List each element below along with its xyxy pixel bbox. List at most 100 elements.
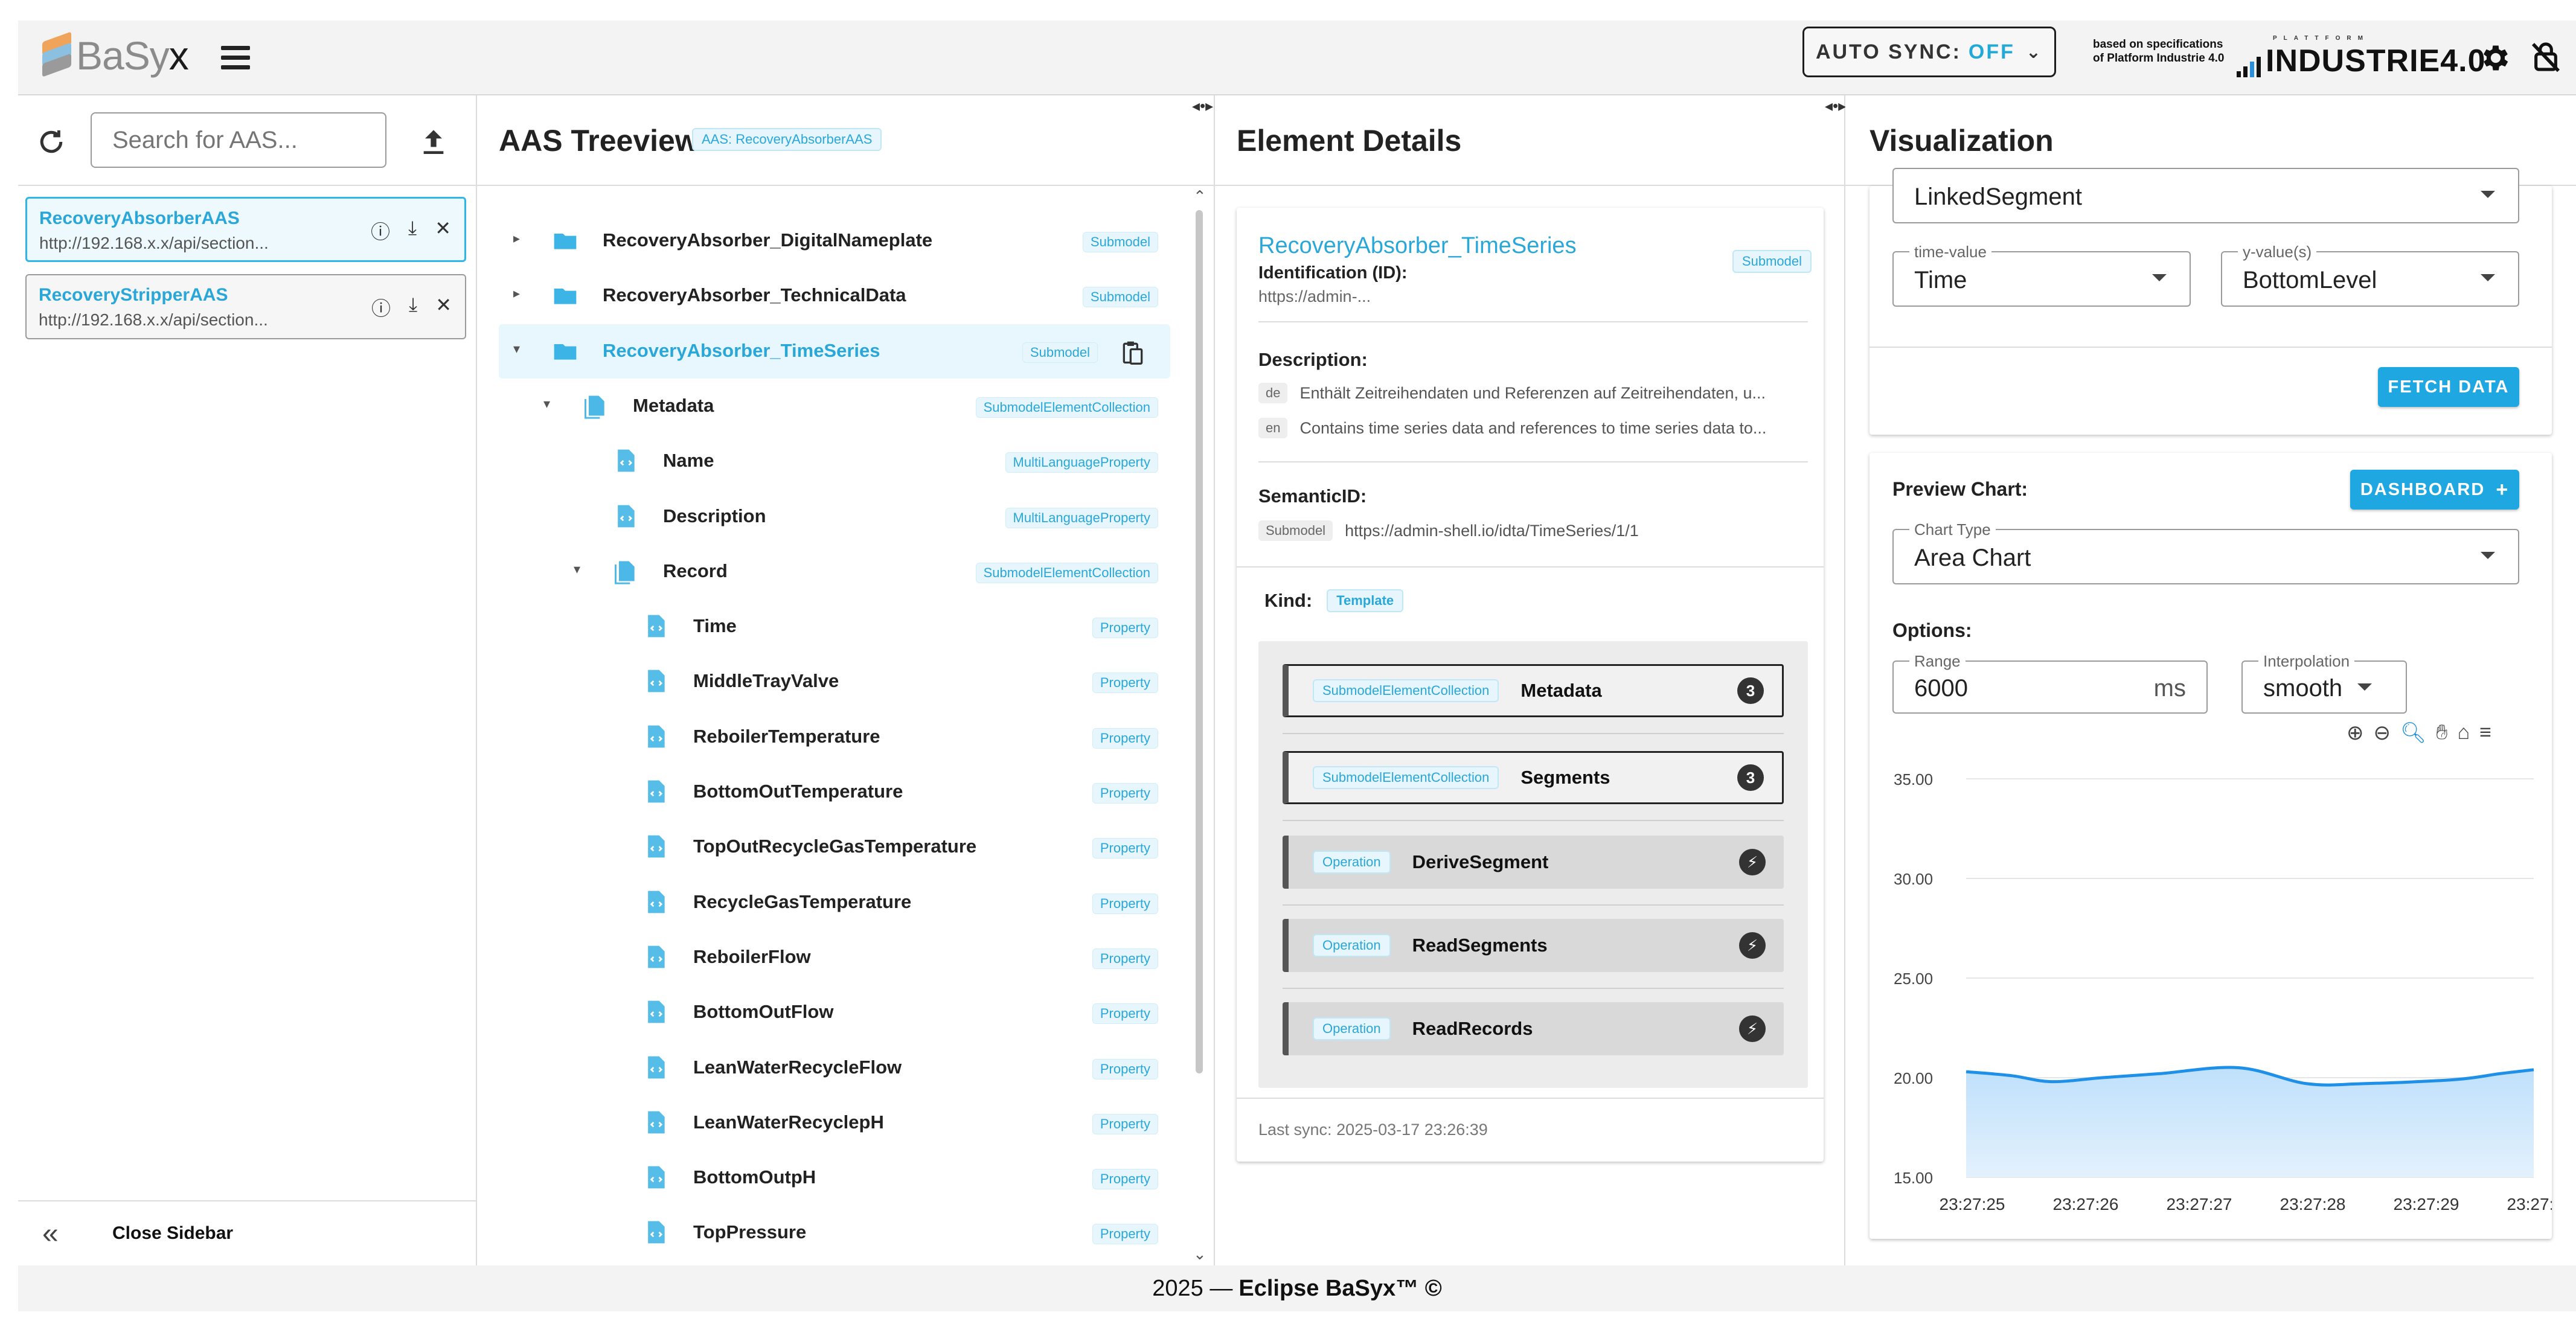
dropdown-arrow-icon <box>2152 274 2167 281</box>
reset-zoom-home-icon[interactable]: ⌂ <box>2458 721 2470 745</box>
child-element[interactable]: SubmodelElementCollection Metadata 3 <box>1283 664 1784 717</box>
tree-row[interactable]: BottomOutFlow Property <box>499 985 1170 1040</box>
tree-label: ReboilerFlow <box>693 945 811 967</box>
pan-hand-icon[interactable]: ✋︎ <box>2436 721 2447 745</box>
tree-scrollbar[interactable] <box>1196 210 1203 1073</box>
tree-row[interactable]: BottomOutpH Property <box>499 1151 1170 1205</box>
type-chip: SubmodelElementCollection <box>1313 766 1499 789</box>
basyx-logo-icon <box>42 31 72 77</box>
tree-row[interactable]: Description MultiLanguageProperty <box>499 490 1170 544</box>
type-chip: Operation <box>1313 934 1391 957</box>
dashboard-button[interactable]: DASHBOARD + <box>2350 470 2519 510</box>
type-chip: Property <box>1092 948 1158 969</box>
y-value-select[interactable]: y-value(s) BottomLevel <box>2221 243 2519 307</box>
type-chip: Property <box>1092 673 1158 694</box>
clipboard-copy-icon[interactable] <box>1120 337 1146 368</box>
tree-label: RecoveryAbsorber_DigitalNameplate <box>603 229 933 251</box>
options-label: Options: <box>1892 619 1972 641</box>
aas-list-item[interactable]: RecoveryAbsorberAAS http://192.168.x.x/a… <box>25 197 466 262</box>
aas-sidebar: RecoveryAbsorberAAS http://192.168.x.x/a… <box>18 95 477 1265</box>
description-de: de Enthält Zeitreihendaten und Referenze… <box>1258 383 1802 403</box>
interpolation-select[interactable]: Interpolation smooth <box>2241 652 2407 714</box>
expand-caret-icon[interactable]: ▸ <box>513 231 520 246</box>
tree-row[interactable]: TopPressure Property <box>499 1206 1170 1260</box>
chart-menu-icon[interactable]: ≡ <box>2479 721 2491 745</box>
type-chip: MultiLanguageProperty <box>1005 507 1158 528</box>
tree-row[interactable]: ▸ RecoveryAbsorber_TechnicalData Submodel <box>499 269 1170 323</box>
segment-select[interactable]: LinkedSegment <box>1892 168 2519 223</box>
tree-row[interactable]: TopOutRecycleGasTemperature Property <box>499 820 1170 874</box>
folder-icon <box>554 234 577 249</box>
tree-row[interactable]: Time Property <box>499 600 1170 654</box>
type-chip: Property <box>1092 728 1158 749</box>
close-icon[interactable]: ✕ <box>435 217 451 245</box>
scroll-up-icon[interactable]: ⌃ <box>1193 187 1206 206</box>
type-chip: Submodel <box>1732 250 1812 273</box>
menu-icon[interactable] <box>217 42 254 74</box>
child-element[interactable]: Operation ReadSegments ⚡ <box>1283 919 1784 972</box>
scroll-down-icon[interactable]: ⌄ <box>1193 1245 1206 1264</box>
info-icon[interactable]: ⓘ <box>371 293 391 321</box>
tree-row[interactable]: ▾ Record SubmodelElementCollection <box>499 545 1170 599</box>
zoom-select-icon[interactable]: 🔍︎ <box>2400 721 2426 745</box>
type-chip: Submodel <box>1082 232 1158 252</box>
treeview-title: AAS Treeview <box>499 124 699 158</box>
refresh-icon[interactable] <box>35 126 68 158</box>
folder-open-icon <box>554 344 577 360</box>
property-file-icon <box>648 835 665 858</box>
zoom-out-icon[interactable]: ⊖ <box>2374 721 2391 745</box>
tree-row[interactable]: ▸ RecoveryAbsorber_DigitalNameplate Submod… <box>499 214 1170 268</box>
plus-icon: + <box>2496 478 2510 501</box>
download-icon[interactable]: ⤓ <box>409 293 417 321</box>
upload-icon[interactable] <box>417 123 450 159</box>
tree-label: BottomOutTemperature <box>693 781 903 802</box>
basyx-logo[interactable]: BaSyx <box>42 31 189 80</box>
resize-handle-icon[interactable]: ◂•▸ <box>1825 97 1846 115</box>
close-sidebar-button[interactable]: « Close Sidebar <box>18 1200 476 1265</box>
download-icon[interactable]: ⤓ <box>408 217 417 245</box>
type-chip: Operation <box>1313 1017 1391 1040</box>
collapse-caret-icon[interactable]: ▾ <box>513 341 520 357</box>
info-icon[interactable]: ⓘ <box>371 217 390 245</box>
fetch-data-button[interactable]: FETCH DATA <box>2378 367 2519 407</box>
tree-label: LeanWaterRecycleFlow <box>693 1056 902 1078</box>
preview-chart-label: Preview Chart: <box>1892 478 2028 500</box>
child-element[interactable]: SubmodelElementCollection Segments 3 <box>1283 751 1784 804</box>
tree-row[interactable]: LeanWaterRecycleFlow Property <box>499 1041 1170 1095</box>
tree-row[interactable]: ▾ RecoveryAbsorber_TimeSeries Submodel <box>499 324 1170 379</box>
child-element[interactable]: Operation DeriveSegment ⚡ <box>1283 836 1784 889</box>
property-file-icon <box>648 615 665 638</box>
aas-list-item[interactable]: RecoveryStripperAAS http://192.168.x.x/a… <box>25 274 466 339</box>
lock-off-icon[interactable] <box>2529 39 2563 75</box>
gear-icon[interactable] <box>2479 41 2513 75</box>
tree-row[interactable]: MiddleTrayValve Property <box>499 654 1170 709</box>
tree-label: MiddleTrayValve <box>693 670 839 692</box>
tree-row[interactable]: LeanWaterRecyclepH Property <box>499 1096 1170 1150</box>
type-chip: MultiLanguageProperty <box>1005 452 1158 473</box>
semantic-id: Submodel https://admin-shell.io/idta/Tim… <box>1258 520 1802 541</box>
expand-caret-icon[interactable]: ▸ <box>513 286 520 301</box>
tree-row[interactable]: ReboilerTemperature Property <box>499 710 1170 764</box>
collapse-caret-icon[interactable]: ▾ <box>574 561 580 577</box>
tree-row[interactable]: RecycleGasTemperature Property <box>499 875 1170 930</box>
visualization-panel: Visualization LinkedSegment time-value T… <box>1845 95 2576 1265</box>
tree-row[interactable]: ReboilerFlow Property <box>499 930 1170 985</box>
search-input[interactable] <box>91 112 386 168</box>
tree-label: TopOutRecycleGasTemperature <box>693 836 977 857</box>
range-input[interactable]: Range 6000 ms <box>1892 652 2208 714</box>
tree-label: LeanWaterRecyclepH <box>693 1111 884 1133</box>
chart-type-select[interactable]: Chart Type Area Chart <box>1892 520 2519 584</box>
resize-handle-icon[interactable]: ◂•▸ <box>1192 97 1213 115</box>
collapse-caret-icon[interactable]: ▾ <box>543 396 550 412</box>
type-chip: Property <box>1092 1058 1158 1079</box>
zoom-in-icon[interactable]: ⊕ <box>2347 721 2364 745</box>
tree-row[interactable]: BottomOutTemperature Property <box>499 765 1170 819</box>
tree-row[interactable]: Name MultiLanguageProperty <box>499 434 1170 488</box>
tree-row[interactable]: ▾ Metadata SubmodelElementCollection <box>499 379 1170 433</box>
time-value-select[interactable]: time-value Time <box>1892 243 2191 307</box>
close-icon[interactable]: ✕ <box>435 293 452 321</box>
auto-sync-button[interactable]: AUTO SYNC: OFF ⌄ <box>1802 27 2056 77</box>
child-element[interactable]: Operation ReadRecords ⚡ <box>1283 1002 1784 1055</box>
type-chip: SubmodelElementCollection <box>975 562 1158 583</box>
folder-icon <box>554 289 577 304</box>
